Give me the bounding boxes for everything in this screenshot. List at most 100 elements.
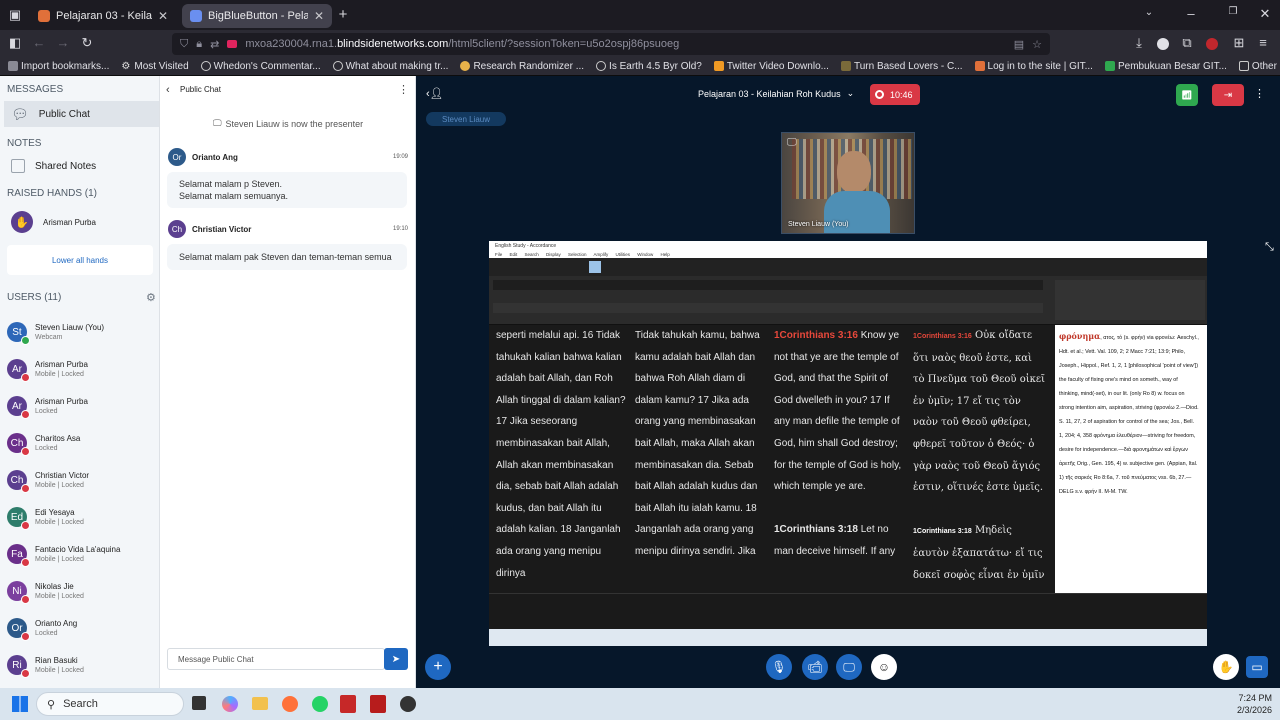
- close-tab-icon[interactable]: ✕: [158, 9, 168, 23]
- user-list-item[interactable]: Ni Nikolas Jie Mobile | Locked: [7, 575, 157, 607]
- public-chat-item[interactable]: 💬︎ Public Chat: [4, 101, 159, 127]
- firefox-icon[interactable]: [282, 696, 298, 712]
- windows-start-icon[interactable]: [12, 696, 28, 712]
- meeting-title[interactable]: Pelajaran 03 - Keilahian Roh Kudus ⌄: [698, 88, 854, 99]
- ublock-icon[interactable]: [1206, 38, 1218, 50]
- lock-icon: 🔒︎: [196, 37, 203, 50]
- url-bar[interactable]: ⛉ 🔒︎ ⇄ mxoa230004.rna1.blindsidenetworks…: [172, 33, 1050, 55]
- reload-icon[interactable]: ↻: [78, 35, 96, 51]
- avatar: Ch: [7, 433, 30, 456]
- task-view-icon[interactable]: [192, 696, 206, 710]
- camera-button[interactable]: 📹︎: [802, 654, 828, 680]
- bookmark-item[interactable]: Is Earth 4.5 Byr Old?: [596, 61, 702, 72]
- lower-all-hands-button[interactable]: Lower all hands: [7, 245, 153, 275]
- downloads-icon[interactable]: ⤓: [1130, 35, 1148, 51]
- taskbar-clock[interactable]: 7:24 PM 2/3/2026: [1198, 692, 1272, 716]
- whatsapp-icon[interactable]: [312, 696, 328, 712]
- bookmark-item[interactable]: What about making tr...: [332, 61, 448, 72]
- pdf-app-icon[interactable]: [340, 695, 356, 713]
- settings-gear-icon[interactable]: ⚙: [146, 291, 156, 304]
- chat-message-input[interactable]: Message Public Chat: [167, 648, 385, 670]
- reactions-button[interactable]: ☺: [871, 654, 897, 680]
- share-screen-button[interactable]: 🖵︎: [836, 654, 862, 680]
- account-icon[interactable]: [1157, 38, 1169, 50]
- avatar: Fa: [7, 544, 30, 567]
- bookmark-item[interactable]: Research Randomizer ...: [460, 61, 584, 72]
- user-list-item[interactable]: Ch Charitos Asa Locked: [7, 427, 157, 459]
- shared-notes-item[interactable]: Shared Notes: [7, 153, 159, 179]
- muted-badge-icon: [21, 521, 30, 530]
- connection-status-icon[interactable]: 📶︎: [1176, 84, 1198, 106]
- bookmark-star-icon[interactable]: ☆: [1032, 38, 1042, 51]
- send-button[interactable]: ➤: [384, 648, 408, 670]
- raise-hand-button[interactable]: ✋: [1213, 654, 1239, 680]
- bookmark-item[interactable]: Whedon's Commentar...: [200, 61, 321, 72]
- user-list-item[interactable]: St Steven Liauw (You) Webcam: [7, 316, 157, 348]
- user-list-item[interactable]: Or Orianto Ang Locked: [7, 612, 157, 644]
- copilot-icon[interactable]: [222, 696, 238, 712]
- bookmark-item[interactable]: Turn Based Lovers - C...: [840, 61, 963, 72]
- webcam-video[interactable]: 🖵︎ Steven Liauw (You): [781, 132, 915, 234]
- actions-plus-button[interactable]: +: [425, 654, 451, 680]
- folder-icon: [1238, 61, 1249, 71]
- user-list-item[interactable]: Fa Fantacio Vida La'aquina Mobile | Locked: [7, 538, 157, 570]
- tab-overview-icon[interactable]: ▣: [6, 7, 24, 23]
- new-tab-icon[interactable]: +: [334, 6, 352, 23]
- forward-icon[interactable]: →: [54, 35, 72, 50]
- user-list-item[interactable]: Ch Christian Victor Mobile | Locked: [7, 464, 157, 496]
- bookmark-item[interactable]: ⚙ Most Visited: [121, 61, 188, 73]
- remote-taskbar: [489, 629, 1207, 646]
- bookmark-item[interactable]: Pembukuan Besar GIT...: [1104, 61, 1227, 72]
- window-close-icon[interactable]: ✕: [1256, 6, 1274, 22]
- taskbar-search[interactable]: ⚲ Search: [36, 692, 184, 716]
- extension-grid-icon[interactable]: ⊞: [1230, 35, 1248, 51]
- close-tab-icon[interactable]: ✕: [314, 9, 324, 23]
- leave-meeting-button[interactable]: ⇥: [1212, 84, 1244, 106]
- recording-permission-icon[interactable]: [227, 40, 238, 48]
- moodle-favicon-icon: [38, 10, 50, 22]
- other-bookmarks[interactable]: Other Bookmarks: [1238, 61, 1280, 72]
- dict-header: [1055, 280, 1205, 320]
- user-list-item[interactable]: Ed Edi Yesaya Mobile | Locked: [7, 501, 157, 533]
- user-info: Charitos Asa Locked: [35, 434, 80, 453]
- bdag-dictionary-pane: φρόνημα, ατος, τό (s. φρήν) via φρονέω: …: [1055, 325, 1203, 591]
- chat-message-body: Selamat malam pak Steven dan teman-teman…: [167, 244, 407, 270]
- minimize-icon[interactable]: –: [1182, 6, 1200, 21]
- shared-screen[interactable]: English Study - Accordance File Edit Sea…: [489, 241, 1207, 646]
- accordance-icon[interactable]: [370, 695, 386, 713]
- reader-view-icon[interactable]: ▤: [1014, 38, 1024, 51]
- panel-toggle-icon[interactable]: ‹👤︎: [426, 87, 444, 100]
- back-chevron-icon[interactable]: ‹: [166, 84, 170, 96]
- microphone-button[interactable]: 🎙︎: [766, 654, 792, 680]
- options-icon[interactable]: ⋮: [1254, 87, 1265, 100]
- file-explorer-icon[interactable]: [252, 697, 268, 710]
- restore-icon[interactable]: ❐: [1224, 6, 1242, 17]
- sheets-icon: [1104, 61, 1115, 71]
- extensions-icon[interactable]: ⧉: [1178, 35, 1196, 51]
- indonesian-text-column-1: seperti melalui api. 16 Tidak tahukah ka…: [496, 330, 626, 579]
- browser-tab-lesson[interactable]: Pelajaran 03 - Keilahian Roh Ku ✕: [30, 4, 176, 28]
- obs-icon[interactable]: [400, 696, 416, 712]
- kjv-text-column: 1Corinthians 3:16 Know ye not that ye ar…: [774, 330, 902, 557]
- raised-hand-user[interactable]: ✋ Arisman Purba: [7, 209, 159, 235]
- browser-tab-bbb[interactable]: BigBlueButton - Pelajaran 03 - K ✕: [182, 4, 332, 28]
- menu-icon[interactable]: ≡: [1254, 35, 1272, 50]
- avatar: Ch: [168, 220, 186, 238]
- user-list-item[interactable]: Ar Arisman Purba Locked: [7, 390, 157, 422]
- user-list-item[interactable]: Ri Rian Basuki Mobile | Locked: [7, 649, 157, 681]
- back-icon[interactable]: ←: [30, 35, 48, 50]
- bookmark-item[interactable]: Twitter Video Downlo...: [713, 61, 829, 72]
- permissions-icon[interactable]: ⇄: [210, 38, 219, 51]
- layout-button[interactable]: ▭: [1246, 656, 1268, 678]
- avatar: Ri: [7, 655, 30, 678]
- bookmark-item[interactable]: Log in to the site | GIT...: [974, 61, 1093, 72]
- chat-message-header: Or Orianto Ang 19:09: [168, 148, 408, 166]
- bookmark-item[interactable]: Import bookmarks...: [8, 61, 109, 72]
- chat-options-icon[interactable]: ⋮: [398, 83, 409, 96]
- list-tabs-icon[interactable]: ⌄: [1140, 7, 1158, 18]
- url-text: mxoa230004.rna1.blindsidenetworks.com/ht…: [245, 38, 680, 50]
- user-list-item[interactable]: Ar Arisman Purba Mobile | Locked: [7, 353, 157, 385]
- sidebar-toggle-icon[interactable]: ◧: [6, 35, 24, 51]
- recording-indicator[interactable]: 10:46: [870, 84, 920, 105]
- fullscreen-icon[interactable]: ⤡: [1265, 241, 1274, 254]
